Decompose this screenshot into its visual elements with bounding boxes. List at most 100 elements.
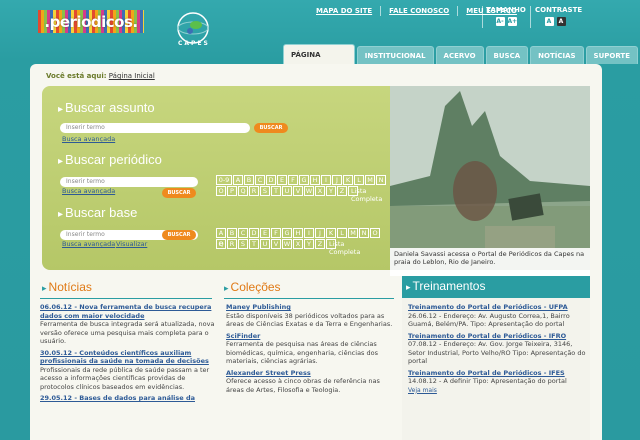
- letter-index-o[interactable]: O: [216, 186, 226, 196]
- tab-institucional[interactable]: INSTITUCIONAL: [356, 46, 434, 64]
- letter-index-h[interactable]: H: [310, 175, 320, 185]
- letter-index-y[interactable]: Y: [326, 186, 336, 196]
- letter-index-l[interactable]: L: [354, 175, 364, 185]
- font-size-control: TAMANHO A- A+: [484, 6, 528, 26]
- tab-acervo[interactable]: ACERVO: [435, 46, 484, 64]
- collection-title-3[interactable]: Alexander Street Press: [226, 369, 396, 378]
- letter-index-d[interactable]: D: [249, 228, 259, 238]
- base-search-button[interactable]: BUSCAR: [162, 230, 196, 240]
- letter-index-u[interactable]: U: [260, 239, 270, 249]
- collection-desc-3: Oferece acesso à cinco obras de referênc…: [226, 377, 380, 394]
- training-title-1[interactable]: Treinamento do Portal de Periódicos - UF…: [408, 303, 586, 312]
- letter-index-w[interactable]: W: [282, 239, 292, 249]
- breadcrumb-home-link[interactable]: Página Inicial: [109, 72, 155, 80]
- letter-index-b[interactable]: B: [227, 228, 237, 238]
- periodico-search-button[interactable]: BUSCAR: [162, 188, 196, 198]
- letter-index-d[interactable]: D: [266, 175, 276, 185]
- letter-index-z[interactable]: Z: [315, 239, 325, 249]
- training-title-3[interactable]: Treinamento do Portal de Periódicos - IF…: [408, 369, 586, 378]
- letter-index-j[interactable]: J: [315, 228, 325, 238]
- collection-title-2[interactable]: SciFinder: [226, 332, 396, 341]
- letter-index-h[interactable]: H: [293, 228, 303, 238]
- letter-index-b[interactable]: B: [244, 175, 254, 185]
- letter-index-x[interactable]: X: [293, 239, 303, 249]
- letter-index-q[interactable]: Q: [238, 186, 248, 196]
- letter-index-m[interactable]: M: [348, 228, 358, 238]
- letter-index-n[interactable]: N: [376, 175, 386, 185]
- base-visualizar-link[interactable]: Visualizar: [116, 240, 147, 248]
- letter-index-t[interactable]: T: [249, 239, 259, 249]
- assunto-advanced-link[interactable]: Busca avançada: [62, 135, 115, 143]
- letter-index-s[interactable]: S: [260, 186, 270, 196]
- letter-index-v[interactable]: V: [293, 186, 303, 196]
- periodico-letter-index-row2: OPQRSTUVWXYZLista Completa: [216, 186, 386, 203]
- news-desc-2: Profissionais da rede pública de saúde p…: [40, 365, 210, 391]
- letter-index-e[interactable]: E: [277, 175, 287, 185]
- letter-index-c[interactable]: C: [238, 228, 248, 238]
- letter-index-s[interactable]: S: [238, 239, 248, 249]
- base-letter-index-row2: QRSTUVWXYZLista Completa: [216, 239, 386, 256]
- letter-index-f[interactable]: F: [288, 175, 298, 185]
- letter-index-0-9[interactable]: 0-9: [216, 175, 232, 185]
- link-mapa-do-site[interactable]: MAPA DO SITE: [308, 6, 382, 16]
- news-title-2[interactable]: 30.05.12 - Conteúdos científicos auxilia…: [40, 349, 215, 366]
- letter-index-e[interactable]: E: [260, 228, 270, 238]
- periodicos-logo[interactable]: .periodicos.: [38, 10, 144, 33]
- contrast-high-button[interactable]: A: [556, 17, 566, 26]
- lista-completa-link[interactable]: Lista Completa: [348, 186, 382, 203]
- training-title-2[interactable]: Treinamento do Portal de Periódicos - IF…: [408, 332, 586, 341]
- assunto-search-input[interactable]: Inserir termo: [60, 123, 250, 133]
- letter-index-r[interactable]: R: [227, 239, 237, 249]
- tab-pagina-inicial[interactable]: PÁGINA INICIAL: [283, 44, 355, 79]
- tab-noticias[interactable]: NOTÍCIAS: [530, 46, 584, 64]
- letter-index-u[interactable]: U: [282, 186, 292, 196]
- treinamentos-list: Treinamento do Portal de Periódicos - UF…: [408, 300, 586, 395]
- letter-index-t[interactable]: T: [271, 186, 281, 196]
- news-title-1[interactable]: 06.06.12 - Nova ferramenta de busca recu…: [40, 303, 215, 320]
- letter-index-a[interactable]: A: [233, 175, 243, 185]
- letter-index-x[interactable]: X: [315, 186, 325, 196]
- letter-index-m[interactable]: M: [365, 175, 375, 185]
- periodico-advanced-link[interactable]: Busca avançada: [62, 187, 115, 195]
- periodico-search-input[interactable]: Inserir termo: [60, 177, 198, 187]
- veja-mais-link[interactable]: Veja mais: [408, 387, 437, 394]
- base-advanced-link[interactable]: Busca avançada: [62, 240, 115, 248]
- hero-photo: [390, 86, 590, 270]
- letter-index-g[interactable]: G: [282, 228, 292, 238]
- letter-index-n[interactable]: N: [359, 228, 369, 238]
- letter-index-c[interactable]: C: [255, 175, 265, 185]
- tab-busca[interactable]: BUSCA: [485, 46, 529, 64]
- search-base-title: Buscar base: [58, 205, 137, 220]
- news-desc-1: Ferramenta de busca integrada será atual…: [40, 320, 215, 345]
- news-title-3[interactable]: 29.05.12 - Bases de dados para análise d…: [40, 394, 215, 403]
- letter-index-o[interactable]: O: [370, 228, 380, 238]
- link-fale-conosco[interactable]: FALE CONOSCO: [381, 6, 459, 16]
- letter-index-g[interactable]: G: [299, 175, 309, 185]
- letter-index-i[interactable]: I: [321, 175, 331, 185]
- letter-index-r[interactable]: R: [249, 186, 259, 196]
- letter-index-k[interactable]: K: [326, 228, 336, 238]
- photo-caption: Daniela Savassi acessa o Portal de Perió…: [390, 248, 590, 276]
- breadcrumb: Você está aqui: Página Inicial: [46, 72, 155, 80]
- search-periodico-title: Buscar periódico: [58, 152, 162, 167]
- tab-suporte[interactable]: SUPORTE: [585, 46, 638, 64]
- lista-completa-link[interactable]: Lista Completa: [326, 239, 360, 256]
- letter-index-p[interactable]: P: [227, 186, 237, 196]
- letter-index-y[interactable]: Y: [304, 239, 314, 249]
- letter-index-f[interactable]: F: [271, 228, 281, 238]
- letter-index-l[interactable]: L: [337, 228, 347, 238]
- contrast-normal-button[interactable]: A: [544, 17, 554, 26]
- letter-index-k[interactable]: K: [343, 175, 353, 185]
- collection-title-1[interactable]: Maney Publishing: [226, 303, 396, 312]
- breadcrumb-prefix: Você está aqui:: [46, 72, 107, 80]
- font-decrease-button[interactable]: A-: [495, 17, 505, 26]
- letter-index-a[interactable]: A: [216, 228, 226, 238]
- font-increase-button[interactable]: A+: [507, 17, 517, 26]
- letter-index-z[interactable]: Z: [337, 186, 347, 196]
- letter-index-v[interactable]: V: [271, 239, 281, 249]
- assunto-search-button[interactable]: BUSCAR: [254, 123, 288, 133]
- letter-index-i[interactable]: I: [304, 228, 314, 238]
- letter-index-q[interactable]: Q: [216, 239, 226, 249]
- letter-index-j[interactable]: J: [332, 175, 342, 185]
- letter-index-w[interactable]: W: [304, 186, 314, 196]
